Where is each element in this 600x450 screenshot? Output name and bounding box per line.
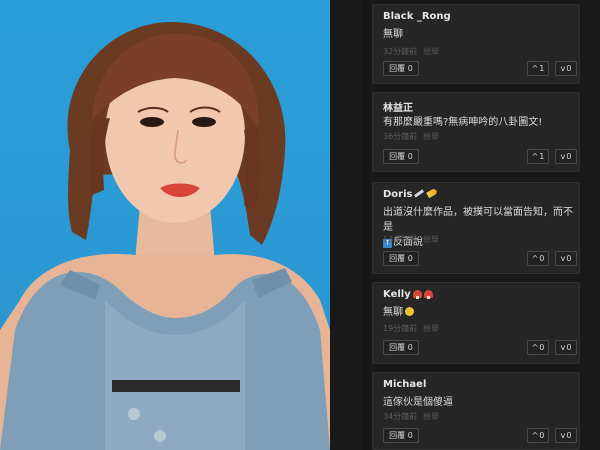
comment-text: 有那麼嚴重嗎?無病呻吟的八卦圖文! (383, 117, 543, 128)
portrait-illustration (0, 21, 330, 450)
comment-card: 林益正 有那麼嚴重嗎?無病呻吟的八卦圖文! 36分鐘前 檢舉 回覆 0 ^1 v0 (372, 92, 580, 172)
upvote-count: 0 (539, 254, 545, 263)
feed-left-rail (362, 0, 370, 450)
chevron-up-icon: ^ (531, 343, 539, 352)
downvote-count: 0 (566, 64, 572, 73)
chevron-down-icon: v (560, 343, 566, 352)
comment-time: 13分鐘前 (383, 235, 418, 244)
comment-author-row: Kelly (383, 289, 433, 300)
upvote-button[interactable]: ^0 (527, 251, 549, 266)
chevron-down-icon: v (560, 64, 566, 73)
mushroom-icon (423, 290, 433, 299)
comment-card: Doris 出道沒什麼作品，被撲可以當面告知，而不是 ↑ 反面說 13分鐘前 檢舉 … (372, 182, 580, 274)
comment-card: Michael 這傢伙是個傻逼 34分鐘前 檢舉 回覆 0 ^0 v0 (372, 372, 580, 450)
smile-icon (405, 307, 414, 316)
comment-text-line: 出道沒什麼作品，被撲可以當面告知，而不是 (383, 207, 573, 233)
reply-button[interactable]: 回覆 0 (383, 251, 419, 266)
reply-button[interactable]: 回覆 0 (383, 61, 419, 76)
downvote-button[interactable]: v0 (555, 340, 577, 355)
comment-author[interactable]: Doris (383, 189, 412, 200)
comment-time: 19分鐘前 (383, 324, 418, 333)
downvote-count: 0 (566, 254, 572, 263)
comment-time: 36分鐘前 (383, 132, 418, 141)
report-link[interactable]: 檢舉 (423, 324, 439, 333)
downvote-button[interactable]: v0 (555, 428, 577, 443)
downvote-count: 0 (566, 343, 572, 352)
upvote-count: 0 (539, 431, 545, 440)
comment-meta: 34分鐘前 檢舉 (383, 411, 439, 422)
upvote-count: 1 (539, 64, 545, 73)
comment-time: 34分鐘前 (383, 412, 418, 421)
reply-button[interactable]: 回覆 0 (383, 149, 419, 164)
comment-author[interactable]: Kelly (383, 289, 411, 300)
upvote-button[interactable]: ^0 (527, 428, 549, 443)
chevron-down-icon: v (560, 152, 566, 161)
upvote-count: 1 (539, 152, 545, 161)
syringe-icon (414, 189, 425, 198)
comment-text: 這傢伙是個傻逼 (383, 397, 453, 408)
downvote-count: 0 (566, 431, 572, 440)
report-link[interactable]: 檢舉 (423, 412, 439, 421)
chevron-down-icon: v (560, 254, 566, 263)
reply-button[interactable]: 回覆 0 (383, 428, 419, 443)
upvote-button[interactable]: ^1 (527, 61, 549, 76)
chevron-up-icon: ^ (531, 431, 539, 440)
comment-time: 32分鐘前 (383, 47, 418, 56)
comment-text: 無聊 (383, 29, 403, 40)
comment-card: Kelly 無聊 19分鐘前 檢舉 回覆 0 ^0 v0 (372, 282, 580, 364)
comment-author[interactable]: Black _Rong (383, 11, 451, 22)
comment-meta: 36分鐘前 檢舉 (383, 131, 439, 142)
report-link[interactable]: 檢舉 (423, 132, 439, 141)
chevron-up-icon: ^ (531, 254, 539, 263)
comment-meta: 32分鐘前 檢舉 (383, 46, 439, 57)
downvote-button[interactable]: v0 (555, 251, 577, 266)
upvote-button[interactable]: ^1 (527, 149, 549, 164)
comment-card: Black _Rong 無聊 32分鐘前 檢舉 回覆 0 ^1 v0 (372, 4, 580, 84)
downvote-button[interactable]: v0 (555, 61, 577, 76)
upvote-count: 0 (539, 343, 545, 352)
comet-icon (426, 187, 439, 199)
report-link[interactable]: 檢舉 (423, 47, 439, 56)
comment-author-row: Doris (383, 187, 439, 200)
comment-author[interactable]: Michael (383, 379, 426, 390)
upvote-button[interactable]: ^0 (527, 340, 549, 355)
report-link[interactable]: 檢舉 (423, 235, 439, 244)
mushroom-icon (412, 290, 422, 299)
comment-meta: 19分鐘前 檢舉 (383, 323, 439, 334)
comment-author[interactable]: 林益正 (383, 99, 413, 114)
downvote-count: 0 (566, 152, 572, 161)
chevron-up-icon: ^ (531, 152, 539, 161)
chevron-down-icon: v (560, 431, 566, 440)
downvote-button[interactable]: v0 (555, 149, 577, 164)
comment-meta: 13分鐘前 檢舉 (383, 234, 439, 245)
chevron-up-icon: ^ (531, 64, 539, 73)
comment-text: 無聊 (383, 305, 573, 320)
reply-button[interactable]: 回覆 0 (383, 340, 419, 355)
portrait-photo (0, 0, 330, 450)
